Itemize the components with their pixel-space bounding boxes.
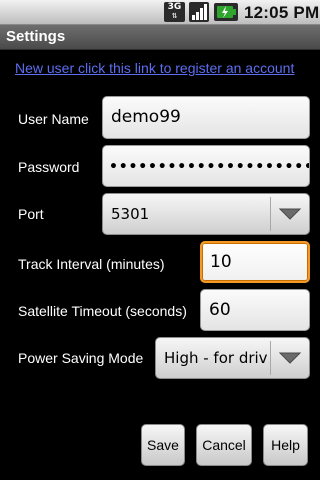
satellite-timeout-field[interactable]: 60 <box>200 289 310 331</box>
username-field[interactable]: demo99 <box>102 96 310 139</box>
track-interval-value: 10 <box>210 252 232 272</box>
username-label: User Name <box>18 111 89 127</box>
port-spinner[interactable]: 5301 <box>102 193 310 235</box>
battery-charging-icon <box>214 3 238 21</box>
status-time: 12:05 PM <box>244 3 320 22</box>
satellite-timeout-label: Satellite Timeout (seconds) <box>18 303 187 319</box>
password-masked-value: •••••••••••••••••••••• <box>109 159 310 175</box>
username-value: demo99 <box>111 107 181 127</box>
power-saving-mode-spinner[interactable]: High - for driving <box>155 337 310 379</box>
title-bar: Settings <box>0 25 320 50</box>
password-field[interactable]: •••••••••••••••••••••• <box>102 145 310 187</box>
password-label: Password <box>18 159 80 175</box>
track-interval-label: Track Interval (minutes) <box>18 256 165 272</box>
network-3g-icon: 3G ⇅ <box>164 2 185 22</box>
signal-strength-icon <box>188 2 210 22</box>
help-button[interactable]: Help <box>263 424 308 466</box>
port-selected-value: 5301 <box>111 205 150 223</box>
network-type-label: 3G <box>167 2 182 12</box>
status-bar: 3G ⇅ 12:05 PM <box>0 0 320 25</box>
chevron-down-icon <box>271 338 309 378</box>
page-title: Settings <box>6 28 66 45</box>
save-button[interactable]: Save <box>141 424 185 466</box>
track-interval-field[interactable]: 10 <box>200 241 310 283</box>
data-activity-arrows: ⇅ <box>171 12 178 20</box>
cancel-button[interactable]: Cancel <box>196 424 252 466</box>
register-account-link[interactable]: New user click this link to register an … <box>15 58 310 78</box>
chevron-down-icon <box>271 194 309 234</box>
power-saving-mode-label: Power Saving Mode <box>18 350 144 366</box>
port-label: Port <box>18 206 44 222</box>
power-saving-mode-selected-value: High - for driving <box>164 349 267 367</box>
satellite-timeout-value: 60 <box>209 300 231 320</box>
